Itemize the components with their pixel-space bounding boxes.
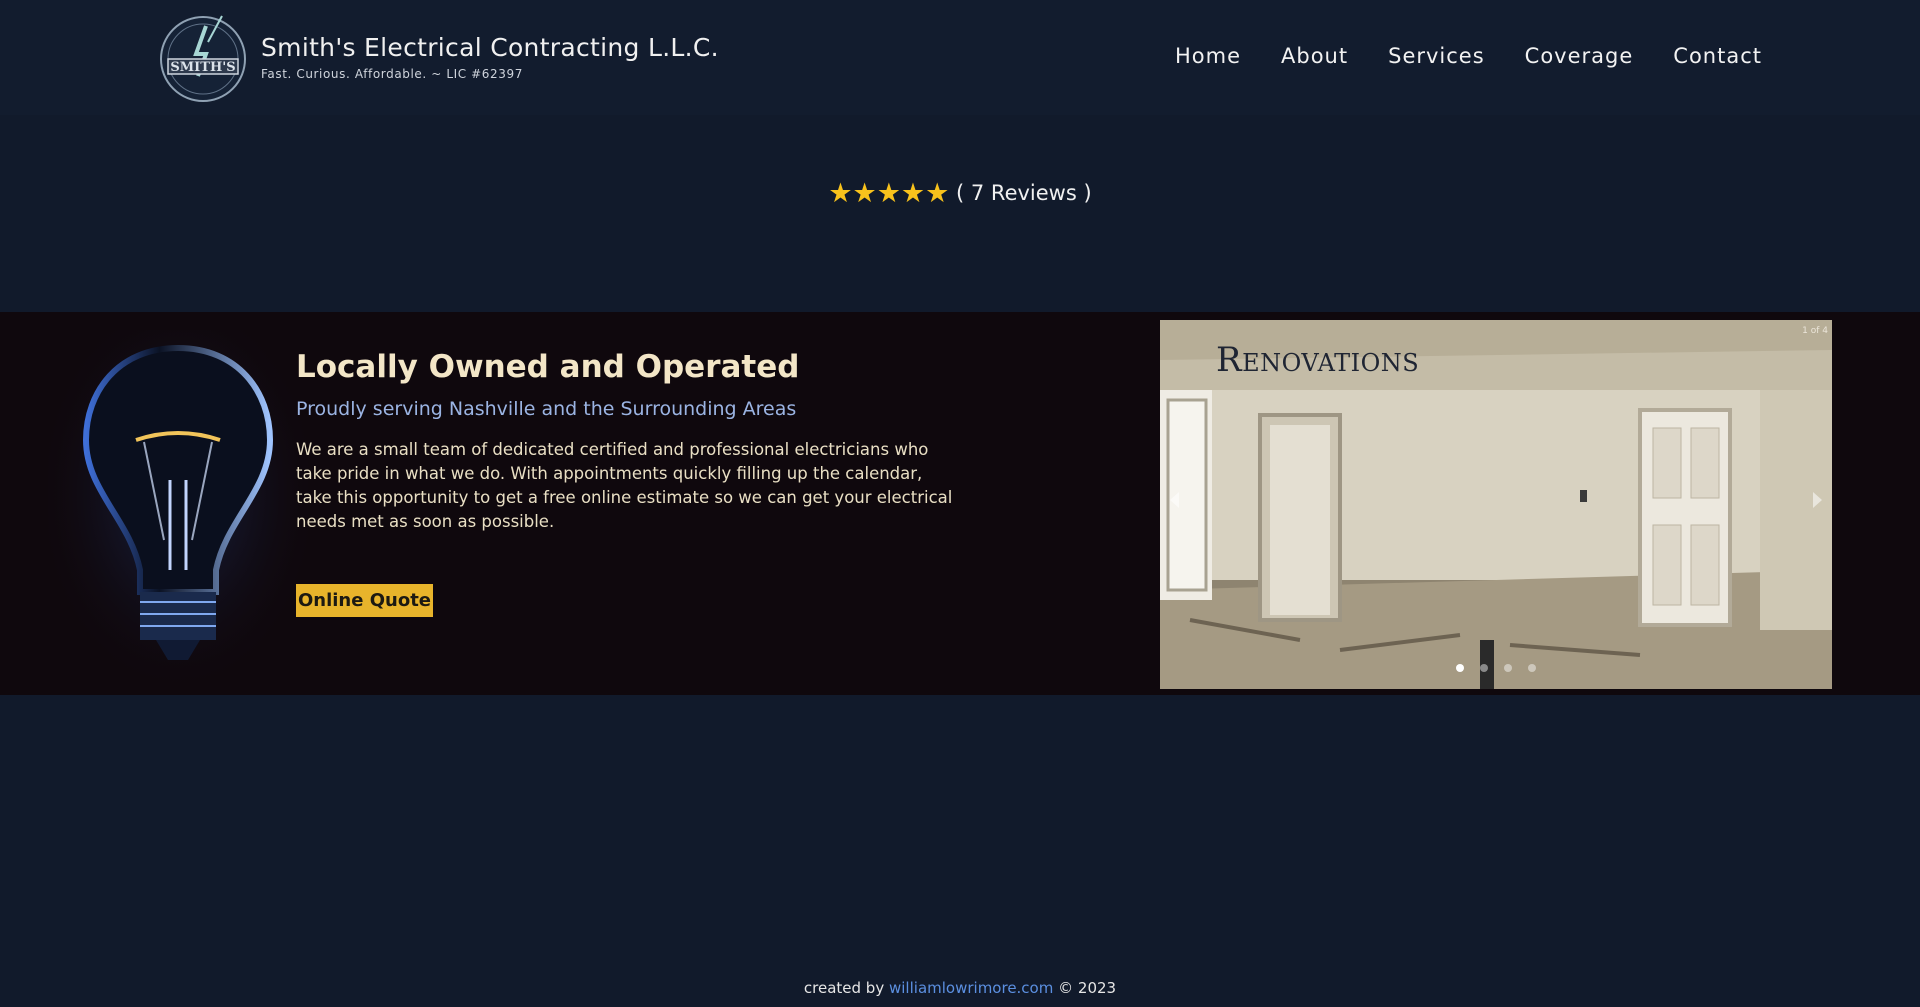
site-title[interactable]: Smith's Electrical Contracting L.L.C. <box>261 33 719 62</box>
image-slider[interactable]: Renovations 1 of 4 <box>1160 320 1832 689</box>
main-nav: Home About Services Coverage Contact <box>1175 44 1802 68</box>
intro-paragraph: We are a small team of dedicated certifi… <box>296 440 953 531</box>
footer-prefix: created by <box>803 979 885 997</box>
intro-heading: Locally Owned and Operated <box>296 349 800 385</box>
site-tagline: Fast. Curious. Affordable. ~ LIC #62397 <box>261 67 523 81</box>
svg-text:SMITH'S: SMITH'S <box>170 60 235 75</box>
slide-caption: Renovations <box>1216 340 1420 380</box>
site-footer: created by williamlowrimore.com © 2023 <box>0 979 1920 997</box>
slider-pagination <box>1456 664 1536 672</box>
slider-next-arrow-icon[interactable] <box>1813 492 1822 508</box>
slider-dot[interactable] <box>1504 664 1512 672</box>
review-count: ( 7 Reviews ) <box>956 181 1092 205</box>
nav-contact[interactable]: Contact <box>1673 44 1762 68</box>
site-header: SMITH'S Smith's Electrical Contracting L… <box>0 0 1920 115</box>
slider-dot[interactable] <box>1480 664 1488 672</box>
company-logo[interactable]: SMITH'S <box>156 12 251 104</box>
slider-dot[interactable] <box>1456 664 1464 672</box>
review-rating[interactable]: ★★★★★ ( 7 Reviews ) <box>0 178 1920 209</box>
star-rating-icons: ★★★★★ <box>828 178 950 209</box>
slide-counter: 1 of 4 <box>1802 326 1828 336</box>
nav-home[interactable]: Home <box>1175 44 1241 68</box>
footer-copyright: © 2023 <box>1058 979 1117 997</box>
nav-about[interactable]: About <box>1281 44 1348 68</box>
online-quote-button[interactable]: Online Quote <box>296 584 433 617</box>
intro-subheading: Proudly serving Nashville and the Surrou… <box>296 398 797 420</box>
slider-prev-arrow-icon[interactable] <box>1170 492 1179 508</box>
nav-services[interactable]: Services <box>1388 44 1485 68</box>
lightbulb-image <box>48 330 308 695</box>
slider-dot[interactable] <box>1528 664 1536 672</box>
footer-credit-link[interactable]: williamlowrimore.com <box>889 979 1053 997</box>
nav-coverage[interactable]: Coverage <box>1525 44 1634 68</box>
